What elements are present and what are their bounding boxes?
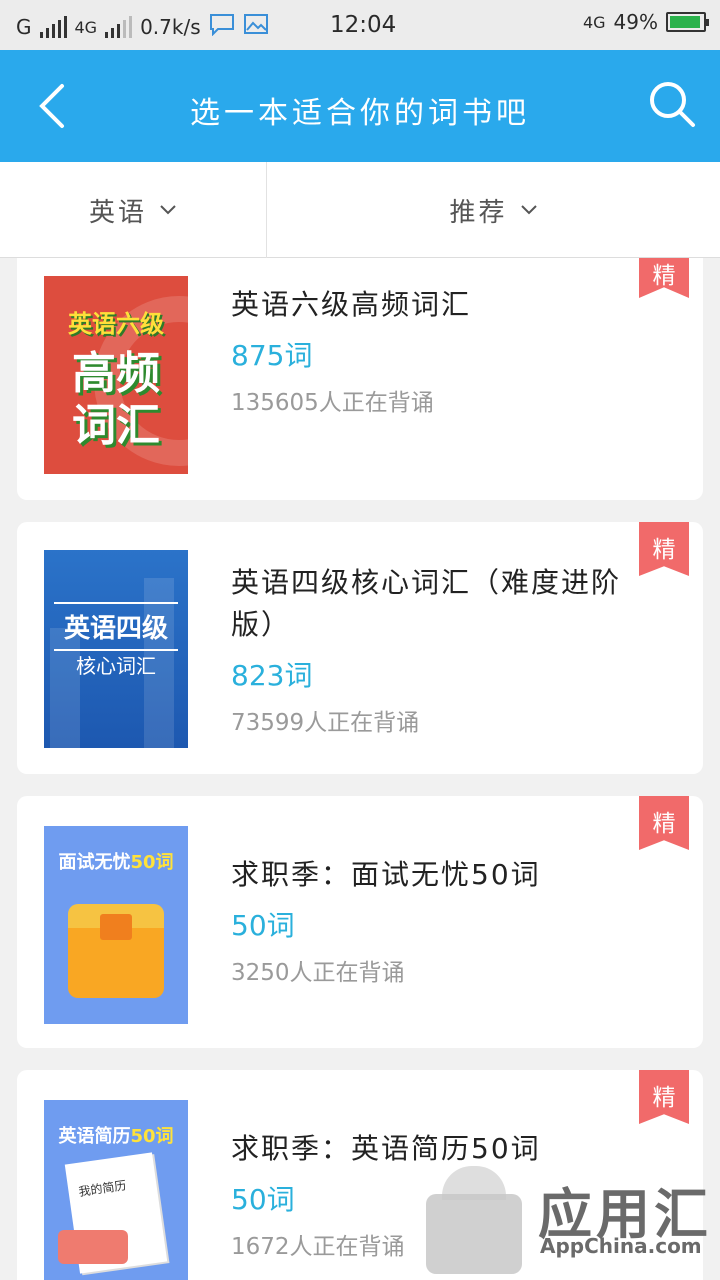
carrier-label: G <box>16 15 32 39</box>
cover-title: 面试无忧50词 <box>44 848 188 874</box>
book-title: 英语六级高频词汇 <box>231 288 472 321</box>
book-title: 求职季：面试无忧50词 <box>231 858 541 891</box>
cover-title: 英语四级 <box>54 602 178 651</box>
cover-title-accent: 50词 <box>130 1126 174 1147</box>
book-cover: 英语六级 高频 词汇 <box>44 276 188 474</box>
cover-title-accent: 50词 <box>130 852 174 873</box>
cover-title: 英语六级 <box>68 310 164 338</box>
book-title: 英语四级核心词汇（难度进阶版） <box>231 566 622 641</box>
page-title: 选一本适合你的词书吧 <box>190 96 530 131</box>
word-count: 823词 <box>231 659 313 692</box>
clock: 12:04 <box>330 12 397 38</box>
network-speed: 0.7k/s <box>140 15 201 39</box>
chevron-down-icon <box>160 205 176 215</box>
cover-subtitle: 核心词汇 <box>76 654 156 678</box>
cover-decoration <box>58 1230 128 1264</box>
book-info: 英语六级高频词汇 875词 135605人正在背诵 <box>231 284 651 420</box>
cover-title-text: 英语简历 <box>58 1126 131 1147</box>
word-count: 875词 <box>231 339 313 372</box>
featured-badge: 精 <box>639 522 689 576</box>
battery-percent: 49% <box>613 10 658 34</box>
book-card[interactable]: 面试无忧50词 求职季：面试无忧50词 50词 3250人正在背诵 精 <box>17 796 703 1048</box>
cover-title-text: 面试无忧 <box>58 852 131 873</box>
learner-count: 3250人正在背诵 <box>231 960 405 986</box>
network-label: 4G <box>74 17 98 37</box>
watermark-domain: AppChina.com <box>540 1234 702 1258</box>
cover-title: 英语简历50词 <box>44 1122 188 1148</box>
message-icon <box>209 12 235 42</box>
word-count: 50词 <box>231 909 295 942</box>
status-left: G 4G 0.7k/s <box>16 12 269 42</box>
briefcase-icon <box>68 904 164 998</box>
book-info: 求职季：面试无忧50词 50词 3250人正在背诵 <box>231 854 651 990</box>
book-cover: 英语四级 核心词汇 <box>44 550 188 748</box>
network-label-right: 4G <box>582 12 606 32</box>
sort-filter-label: 推荐 <box>449 197 508 228</box>
resume-text: 我的简历 <box>77 1178 128 1199</box>
search-icon <box>650 82 695 127</box>
language-filter-label: 英语 <box>88 197 147 228</box>
status-right: 4G 49% <box>582 10 709 34</box>
learner-count: 135605人正在背诵 <box>231 390 434 416</box>
book-cover: 面试无忧50词 <box>44 826 188 1024</box>
signal-icon-secondary <box>105 16 133 38</box>
app-header: 选一本适合你的词书吧 <box>0 50 720 162</box>
cover-subtitle-line: 高频 <box>72 348 160 399</box>
watermark: 应用汇 AppChina.com <box>420 1150 720 1274</box>
appchina-logo-icon <box>426 1166 522 1274</box>
signal-icon <box>39 16 67 38</box>
book-card[interactable]: 英语六级 高频 词汇 英语六级高频词汇 875词 135605人正在背诵 精 <box>17 258 703 500</box>
featured-badge: 精 <box>639 796 689 850</box>
book-list: 英语六级 高频 词汇 英语六级高频词汇 875词 135605人正在背诵 精 英… <box>0 258 720 1280</box>
sort-filter[interactable]: 推荐 <box>267 162 720 258</box>
featured-badge: 精 <box>639 258 689 298</box>
learner-count: 73599人正在背诵 <box>231 710 420 736</box>
filter-bar: 英语 推荐 <box>0 162 720 258</box>
book-cover: 英语简历50词 我的简历 <box>44 1100 188 1280</box>
image-icon <box>243 12 269 42</box>
book-card[interactable]: 英语四级 核心词汇 英语四级核心词汇（难度进阶版） 823词 73599人正在背… <box>17 522 703 774</box>
status-bar: G 4G 0.7k/s 12:04 4G 49% <box>0 0 720 50</box>
battery-icon <box>666 12 709 32</box>
book-info: 英语四级核心词汇（难度进阶版） 823词 73599人正在背诵 <box>231 562 651 740</box>
search-button[interactable] <box>646 78 698 130</box>
language-filter[interactable]: 英语 <box>0 162 266 258</box>
cover-subtitle: 高频 词汇 <box>44 348 188 452</box>
chevron-down-icon <box>520 205 537 215</box>
cover-subtitle-line: 词汇 <box>72 400 160 451</box>
featured-badge: 精 <box>639 1070 689 1124</box>
